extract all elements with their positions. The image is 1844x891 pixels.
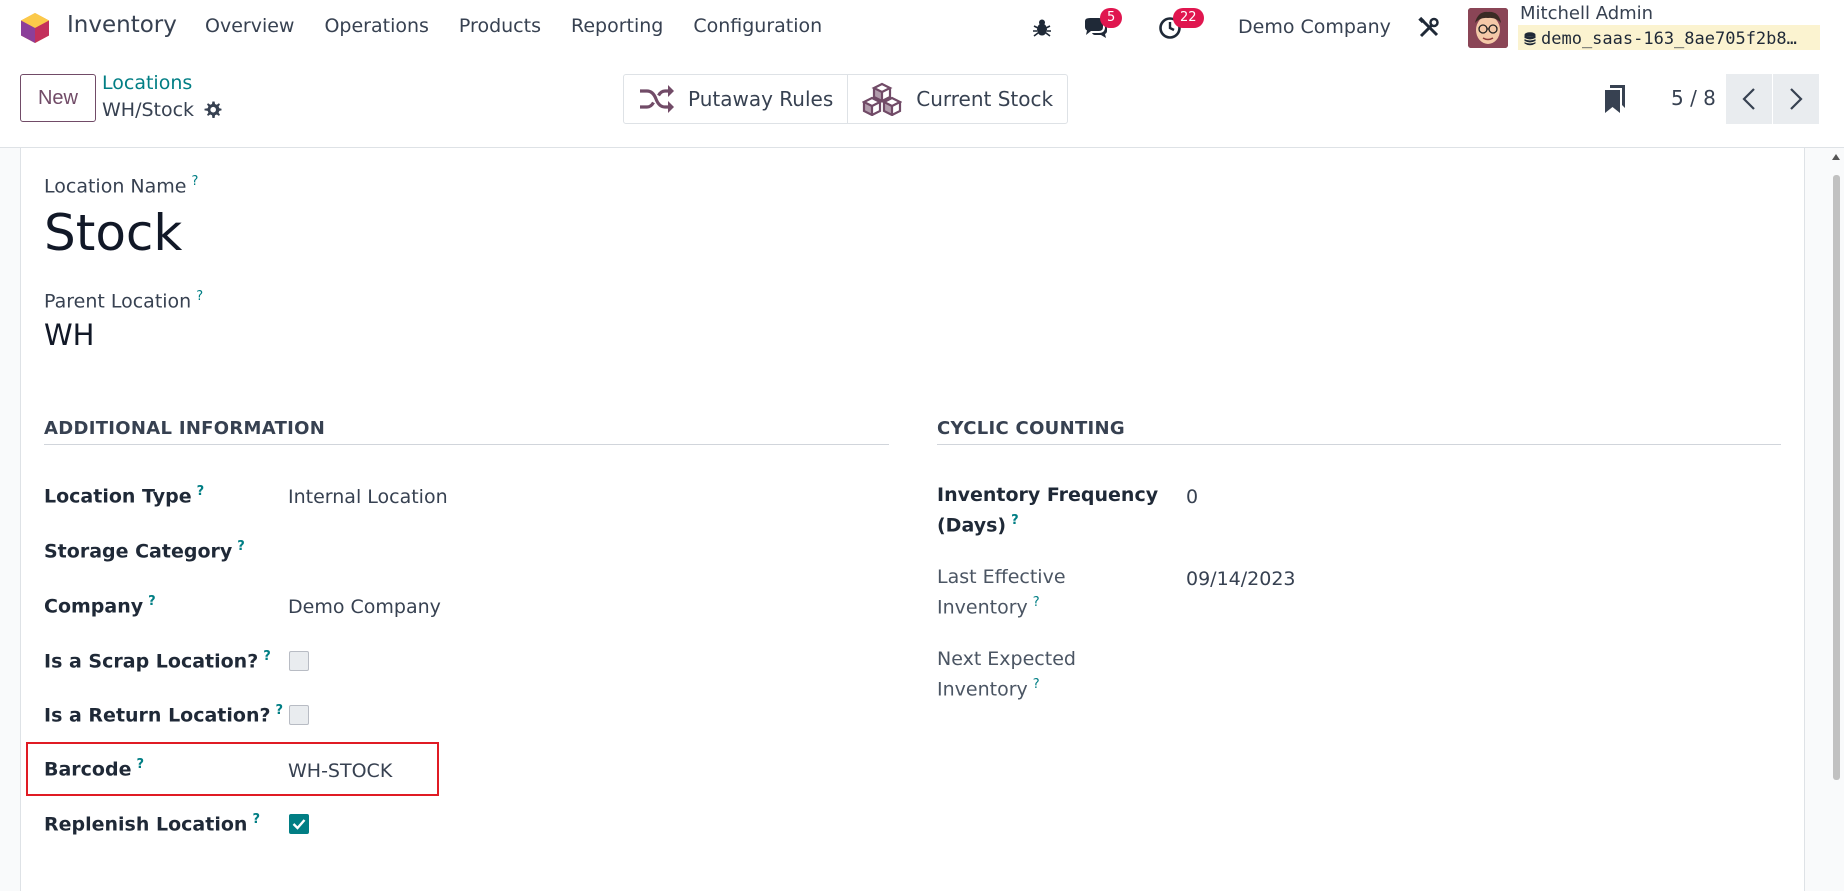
company-label: Company? bbox=[44, 594, 156, 617]
bookmark-icon[interactable] bbox=[1604, 84, 1626, 114]
new-button[interactable]: New bbox=[20, 74, 96, 122]
section-divider bbox=[44, 444, 889, 445]
menu-configuration[interactable]: Configuration bbox=[693, 15, 822, 37]
last-effective-inventory-label-line1: Last Effective bbox=[937, 566, 1066, 588]
location-type-field[interactable]: Internal Location bbox=[288, 486, 448, 508]
top-navbar: Inventory Overview Operations Products R… bbox=[0, 0, 1844, 56]
tools-icon[interactable] bbox=[1415, 14, 1443, 42]
help-tooltip[interactable]: ? bbox=[197, 484, 205, 499]
company-label-text: Company bbox=[44, 595, 144, 618]
pager-value[interactable]: 5 / 8 bbox=[1671, 86, 1716, 110]
help-tooltip[interactable]: ? bbox=[196, 289, 203, 304]
location-name-label-text: Location Name bbox=[44, 175, 187, 198]
replenish-location-label: Replenish Location? bbox=[44, 812, 260, 835]
help-tooltip[interactable]: ? bbox=[148, 594, 156, 609]
barcode-label: Barcode? bbox=[44, 757, 144, 780]
chevron-right-icon bbox=[1790, 88, 1803, 110]
help-tooltip[interactable]: ? bbox=[263, 649, 271, 664]
location-type-label-text: Location Type bbox=[44, 485, 192, 508]
bug-icon[interactable] bbox=[1028, 14, 1056, 42]
control-panel: New Locations WH/Stock Putaway Rules Cur… bbox=[0, 56, 1844, 148]
help-tooltip[interactable]: ? bbox=[276, 703, 284, 718]
return-location-label: Is a Return Location?? bbox=[44, 703, 283, 726]
menu-reporting[interactable]: Reporting bbox=[571, 15, 663, 37]
putaway-rules-button[interactable]: Putaway Rules bbox=[624, 75, 847, 123]
putaway-rules-label: Putaway Rules bbox=[688, 87, 834, 111]
scrap-location-checkbox[interactable] bbox=[289, 651, 309, 671]
database-name: demo_saas-163_8ae705f2b8… bbox=[1541, 28, 1797, 49]
app-logo-icon[interactable] bbox=[20, 12, 50, 44]
return-location-label-text: Is a Return Location? bbox=[44, 704, 271, 727]
user-avatar[interactable] bbox=[1468, 8, 1508, 48]
breadcrumb-locations[interactable]: Locations bbox=[102, 72, 192, 94]
help-tooltip[interactable]: ? bbox=[191, 174, 198, 189]
database-icon bbox=[1524, 31, 1536, 45]
location-name-label: Location Name? bbox=[44, 174, 198, 197]
inventory-frequency-label-line1: Inventory Frequency bbox=[937, 484, 1159, 506]
database-indicator: demo_saas-163_8ae705f2b8… bbox=[1518, 25, 1820, 50]
inventory-frequency-label-line2: (Days) bbox=[937, 514, 1007, 537]
inventory-frequency-label: Inventory Frequency (Days)? bbox=[937, 484, 1158, 536]
scrap-location-label: Is a Scrap Location?? bbox=[44, 649, 271, 672]
barcode-label-text: Barcode bbox=[44, 758, 132, 781]
cyclic-counting-title: CYCLIC COUNTING bbox=[937, 418, 1125, 439]
location-name-field[interactable]: Stock bbox=[44, 204, 182, 262]
last-effective-inventory-label-line2: Inventory bbox=[937, 596, 1028, 619]
storage-category-field[interactable] bbox=[288, 541, 688, 565]
help-tooltip[interactable]: ? bbox=[136, 757, 144, 772]
next-expected-inventory-label-line2: Inventory bbox=[937, 678, 1028, 701]
replenish-location-checkbox[interactable] bbox=[289, 814, 309, 834]
parent-location-label: Parent Location? bbox=[44, 289, 203, 312]
activities-badge: 22 bbox=[1173, 8, 1204, 28]
next-expected-inventory-label-line1: Next Expected bbox=[937, 648, 1076, 670]
last-effective-inventory-label: Last Effective Inventory? bbox=[937, 566, 1066, 618]
parent-location-label-text: Parent Location bbox=[44, 290, 192, 313]
main-menu: Overview Operations Products Reporting C… bbox=[205, 15, 852, 37]
menu-operations[interactable]: Operations bbox=[324, 15, 428, 37]
storage-category-label-text: Storage Category bbox=[44, 540, 233, 563]
company-switcher[interactable]: Demo Company bbox=[1238, 16, 1391, 38]
scrap-location-label-text: Is a Scrap Location? bbox=[44, 650, 259, 673]
next-expected-inventory-label: Next Expected Inventory? bbox=[937, 648, 1076, 700]
company-field[interactable]: Demo Company bbox=[288, 596, 441, 618]
cubes-icon bbox=[862, 82, 903, 116]
breadcrumb-current: WH/Stock bbox=[102, 99, 222, 121]
additional-info-title: ADDITIONAL INFORMATION bbox=[44, 418, 326, 439]
menu-overview[interactable]: Overview bbox=[205, 15, 294, 37]
inventory-frequency-field[interactable]: 0 bbox=[1186, 486, 1198, 508]
help-tooltip[interactable]: ? bbox=[1033, 677, 1040, 692]
help-tooltip[interactable]: ? bbox=[237, 539, 245, 554]
replenish-location-label-text: Replenish Location bbox=[44, 813, 248, 836]
shuffle-icon bbox=[640, 85, 674, 113]
help-tooltip[interactable]: ? bbox=[252, 812, 260, 827]
pager-next-button[interactable] bbox=[1773, 74, 1819, 124]
section-divider bbox=[937, 444, 1781, 445]
parent-location-field[interactable]: WH bbox=[44, 318, 94, 352]
menu-products[interactable]: Products bbox=[459, 15, 541, 37]
record-title: WH/Stock bbox=[102, 99, 195, 121]
smart-buttons: Putaway Rules Current Stock bbox=[623, 74, 1069, 124]
return-location-checkbox[interactable] bbox=[289, 705, 309, 725]
check-icon bbox=[292, 819, 306, 830]
scrollbar-thumb[interactable] bbox=[1833, 175, 1840, 780]
help-tooltip[interactable]: ? bbox=[1033, 595, 1040, 610]
messages-badge: 5 bbox=[1100, 8, 1123, 28]
location-type-label: Location Type? bbox=[44, 484, 204, 507]
chevron-left-icon bbox=[1742, 88, 1755, 110]
storage-category-label: Storage Category? bbox=[44, 539, 245, 562]
pager-previous-button[interactable] bbox=[1726, 74, 1772, 124]
help-tooltip[interactable]: ? bbox=[1011, 513, 1019, 528]
last-effective-inventory-field: 09/14/2023 bbox=[1186, 568, 1296, 590]
app-name[interactable]: Inventory bbox=[67, 12, 177, 38]
current-stock-label: Current Stock bbox=[916, 87, 1054, 111]
current-stock-button[interactable]: Current Stock bbox=[847, 75, 1067, 123]
gear-icon[interactable] bbox=[204, 101, 222, 119]
user-name[interactable]: Mitchell Admin bbox=[1520, 3, 1653, 24]
barcode-field[interactable]: WH-STOCK bbox=[288, 760, 392, 782]
